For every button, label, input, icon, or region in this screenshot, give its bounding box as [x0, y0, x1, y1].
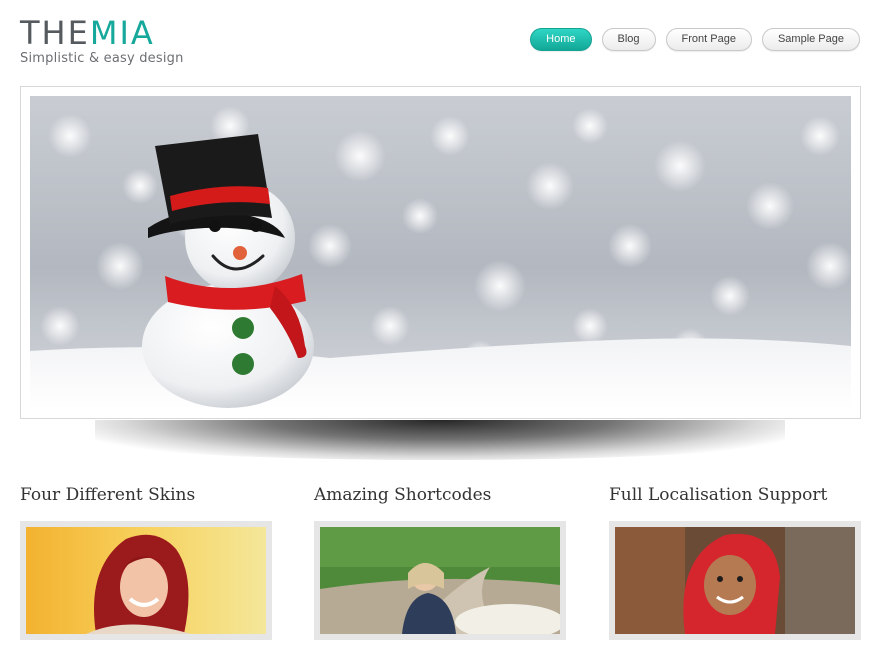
feature-image-3[interactable] — [609, 521, 861, 640]
site-tagline: Simplistic & easy design — [20, 51, 184, 66]
feature-column-2: Amazing Shortcodes — [314, 484, 566, 640]
feature-title-3[interactable]: Full Localisation Support — [609, 484, 861, 506]
feature-title-1[interactable]: Four Different Skins — [20, 484, 272, 506]
nav-blog-button[interactable]: Blog — [601, 28, 656, 51]
nav-sample-page-button[interactable]: Sample Page — [761, 28, 860, 51]
feature-title-2[interactable]: Amazing Shortcodes — [314, 484, 566, 506]
feature-column-1: Four Different Skins — [20, 484, 272, 640]
site-logo[interactable]: THEMIA Simplistic & easy design — [20, 16, 184, 66]
feature-image-1[interactable] — [20, 521, 272, 640]
logo-part-2: MIA — [89, 14, 155, 52]
hero-image-snowman — [30, 96, 851, 409]
feature-column-3: Full Localisation Support — [609, 484, 861, 640]
hero-slider[interactable] — [20, 86, 861, 419]
nav-front-page-button[interactable]: Front Page — [665, 28, 752, 51]
hero-shadow — [95, 420, 785, 460]
feature-image-2[interactable] — [314, 521, 566, 640]
nav-home-button[interactable]: Home — [530, 28, 592, 51]
main-nav: Home Blog Front Page Sample Page — [530, 28, 860, 51]
logo-part-1: THE — [20, 14, 90, 52]
logo-title: THEMIA — [20, 16, 184, 50]
